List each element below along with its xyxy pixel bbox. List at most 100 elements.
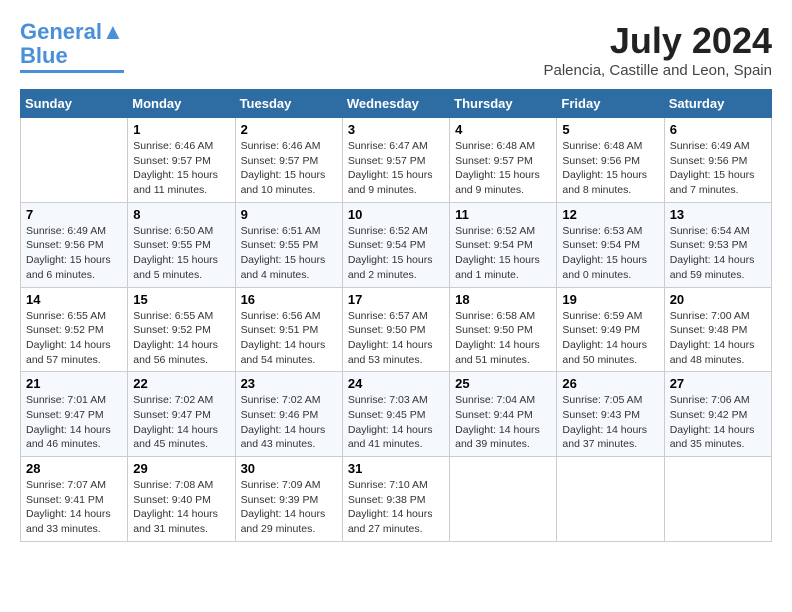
sunrise-text: Sunrise: 6:52 AM (348, 225, 428, 237)
day-number: 11 (455, 207, 551, 222)
sunrise-text: Sunrise: 7:07 AM (26, 479, 106, 491)
sunrise-text: Sunrise: 6:48 AM (562, 140, 642, 152)
calendar-header-row: Sunday Monday Tuesday Wednesday Thursday… (21, 90, 772, 118)
sunrise-text: Sunrise: 7:01 AM (26, 394, 106, 406)
sunrise-text: Sunrise: 6:50 AM (133, 225, 213, 237)
col-thursday: Thursday (450, 90, 557, 118)
sunset-text: Sunset: 9:52 PM (26, 324, 104, 336)
table-row (557, 457, 664, 542)
table-row: 28 Sunrise: 7:07 AM Sunset: 9:41 PM Dayl… (21, 457, 128, 542)
sunset-text: Sunset: 9:44 PM (455, 409, 533, 421)
day-number: 6 (670, 122, 766, 137)
daylight-text: Daylight: 14 hours and 27 minutes. (348, 508, 433, 535)
table-row: 26 Sunrise: 7:05 AM Sunset: 9:43 PM Dayl… (557, 372, 664, 457)
daylight-text: Daylight: 15 hours and 1 minute. (455, 254, 540, 281)
daylight-text: Daylight: 14 hours and 48 minutes. (670, 339, 755, 366)
table-row: 27 Sunrise: 7:06 AM Sunset: 9:42 PM Dayl… (664, 372, 771, 457)
daylight-text: Daylight: 15 hours and 4 minutes. (241, 254, 326, 281)
sunset-text: Sunset: 9:43 PM (562, 409, 640, 421)
day-number: 3 (348, 122, 444, 137)
sunset-text: Sunset: 9:57 PM (133, 155, 211, 167)
day-number: 31 (348, 461, 444, 476)
logo-text: General▲ Blue (20, 20, 124, 68)
day-number: 21 (26, 376, 122, 391)
day-number: 2 (241, 122, 337, 137)
day-number: 15 (133, 292, 229, 307)
col-wednesday: Wednesday (342, 90, 449, 118)
day-number: 22 (133, 376, 229, 391)
sunrise-text: Sunrise: 7:05 AM (562, 394, 642, 406)
sunrise-text: Sunrise: 6:48 AM (455, 140, 535, 152)
day-number: 1 (133, 122, 229, 137)
daylight-text: Daylight: 14 hours and 45 minutes. (133, 424, 218, 451)
sunset-text: Sunset: 9:56 PM (562, 155, 640, 167)
day-number: 26 (562, 376, 658, 391)
table-row: 16 Sunrise: 6:56 AM Sunset: 9:51 PM Dayl… (235, 287, 342, 372)
col-tuesday: Tuesday (235, 90, 342, 118)
daylight-text: Daylight: 15 hours and 11 minutes. (133, 169, 218, 196)
table-row: 9 Sunrise: 6:51 AM Sunset: 9:55 PM Dayli… (235, 202, 342, 287)
daylight-text: Daylight: 14 hours and 57 minutes. (26, 339, 111, 366)
sunset-text: Sunset: 9:45 PM (348, 409, 426, 421)
sunrise-text: Sunrise: 7:10 AM (348, 479, 428, 491)
daylight-text: Daylight: 14 hours and 33 minutes. (26, 508, 111, 535)
table-row: 7 Sunrise: 6:49 AM Sunset: 9:56 PM Dayli… (21, 202, 128, 287)
table-row: 18 Sunrise: 6:58 AM Sunset: 9:50 PM Dayl… (450, 287, 557, 372)
table-row (450, 457, 557, 542)
table-row: 6 Sunrise: 6:49 AM Sunset: 9:56 PM Dayli… (664, 118, 771, 203)
daylight-text: Daylight: 15 hours and 5 minutes. (133, 254, 218, 281)
calendar-week-row: 14 Sunrise: 6:55 AM Sunset: 9:52 PM Dayl… (21, 287, 772, 372)
daylight-text: Daylight: 14 hours and 54 minutes. (241, 339, 326, 366)
day-number: 16 (241, 292, 337, 307)
daylight-text: Daylight: 14 hours and 41 minutes. (348, 424, 433, 451)
sunrise-text: Sunrise: 6:51 AM (241, 225, 321, 237)
sunset-text: Sunset: 9:54 PM (562, 239, 640, 251)
daylight-text: Daylight: 15 hours and 0 minutes. (562, 254, 647, 281)
table-row: 29 Sunrise: 7:08 AM Sunset: 9:40 PM Dayl… (128, 457, 235, 542)
daylight-text: Daylight: 15 hours and 9 minutes. (455, 169, 540, 196)
daylight-text: Daylight: 15 hours and 2 minutes. (348, 254, 433, 281)
sunrise-text: Sunrise: 7:04 AM (455, 394, 535, 406)
day-number: 17 (348, 292, 444, 307)
sunset-text: Sunset: 9:38 PM (348, 494, 426, 506)
calendar-table: Sunday Monday Tuesday Wednesday Thursday… (20, 89, 772, 542)
sunset-text: Sunset: 9:42 PM (670, 409, 748, 421)
table-row: 4 Sunrise: 6:48 AM Sunset: 9:57 PM Dayli… (450, 118, 557, 203)
sunset-text: Sunset: 9:57 PM (348, 155, 426, 167)
daylight-text: Daylight: 15 hours and 6 minutes. (26, 254, 111, 281)
sunrise-text: Sunrise: 6:57 AM (348, 310, 428, 322)
sunrise-text: Sunrise: 7:02 AM (241, 394, 321, 406)
sunrise-text: Sunrise: 6:56 AM (241, 310, 321, 322)
sunset-text: Sunset: 9:51 PM (241, 324, 319, 336)
day-number: 20 (670, 292, 766, 307)
sunrise-text: Sunrise: 6:53 AM (562, 225, 642, 237)
day-number: 24 (348, 376, 444, 391)
day-number: 9 (241, 207, 337, 222)
day-number: 23 (241, 376, 337, 391)
table-row: 3 Sunrise: 6:47 AM Sunset: 9:57 PM Dayli… (342, 118, 449, 203)
day-number: 30 (241, 461, 337, 476)
sunset-text: Sunset: 9:50 PM (348, 324, 426, 336)
table-row: 22 Sunrise: 7:02 AM Sunset: 9:47 PM Dayl… (128, 372, 235, 457)
sunset-text: Sunset: 9:55 PM (133, 239, 211, 251)
page-header: General▲ Blue July 2024 Palencia, Castil… (20, 20, 772, 79)
daylight-text: Daylight: 14 hours and 59 minutes. (670, 254, 755, 281)
table-row (21, 118, 128, 203)
table-row: 10 Sunrise: 6:52 AM Sunset: 9:54 PM Dayl… (342, 202, 449, 287)
calendar-week-row: 7 Sunrise: 6:49 AM Sunset: 9:56 PM Dayli… (21, 202, 772, 287)
month-year: July 2024 (544, 20, 773, 62)
daylight-text: Daylight: 14 hours and 50 minutes. (562, 339, 647, 366)
table-row (664, 457, 771, 542)
sunset-text: Sunset: 9:40 PM (133, 494, 211, 506)
daylight-text: Daylight: 14 hours and 51 minutes. (455, 339, 540, 366)
sunrise-text: Sunrise: 6:49 AM (670, 140, 750, 152)
sunrise-text: Sunrise: 7:09 AM (241, 479, 321, 491)
sunset-text: Sunset: 9:48 PM (670, 324, 748, 336)
day-number: 27 (670, 376, 766, 391)
sunrise-text: Sunrise: 6:55 AM (26, 310, 106, 322)
daylight-text: Daylight: 14 hours and 35 minutes. (670, 424, 755, 451)
location: Palencia, Castille and Leon, Spain (544, 62, 773, 79)
table-row: 13 Sunrise: 6:54 AM Sunset: 9:53 PM Dayl… (664, 202, 771, 287)
sunrise-text: Sunrise: 7:03 AM (348, 394, 428, 406)
table-row: 20 Sunrise: 7:00 AM Sunset: 9:48 PM Dayl… (664, 287, 771, 372)
